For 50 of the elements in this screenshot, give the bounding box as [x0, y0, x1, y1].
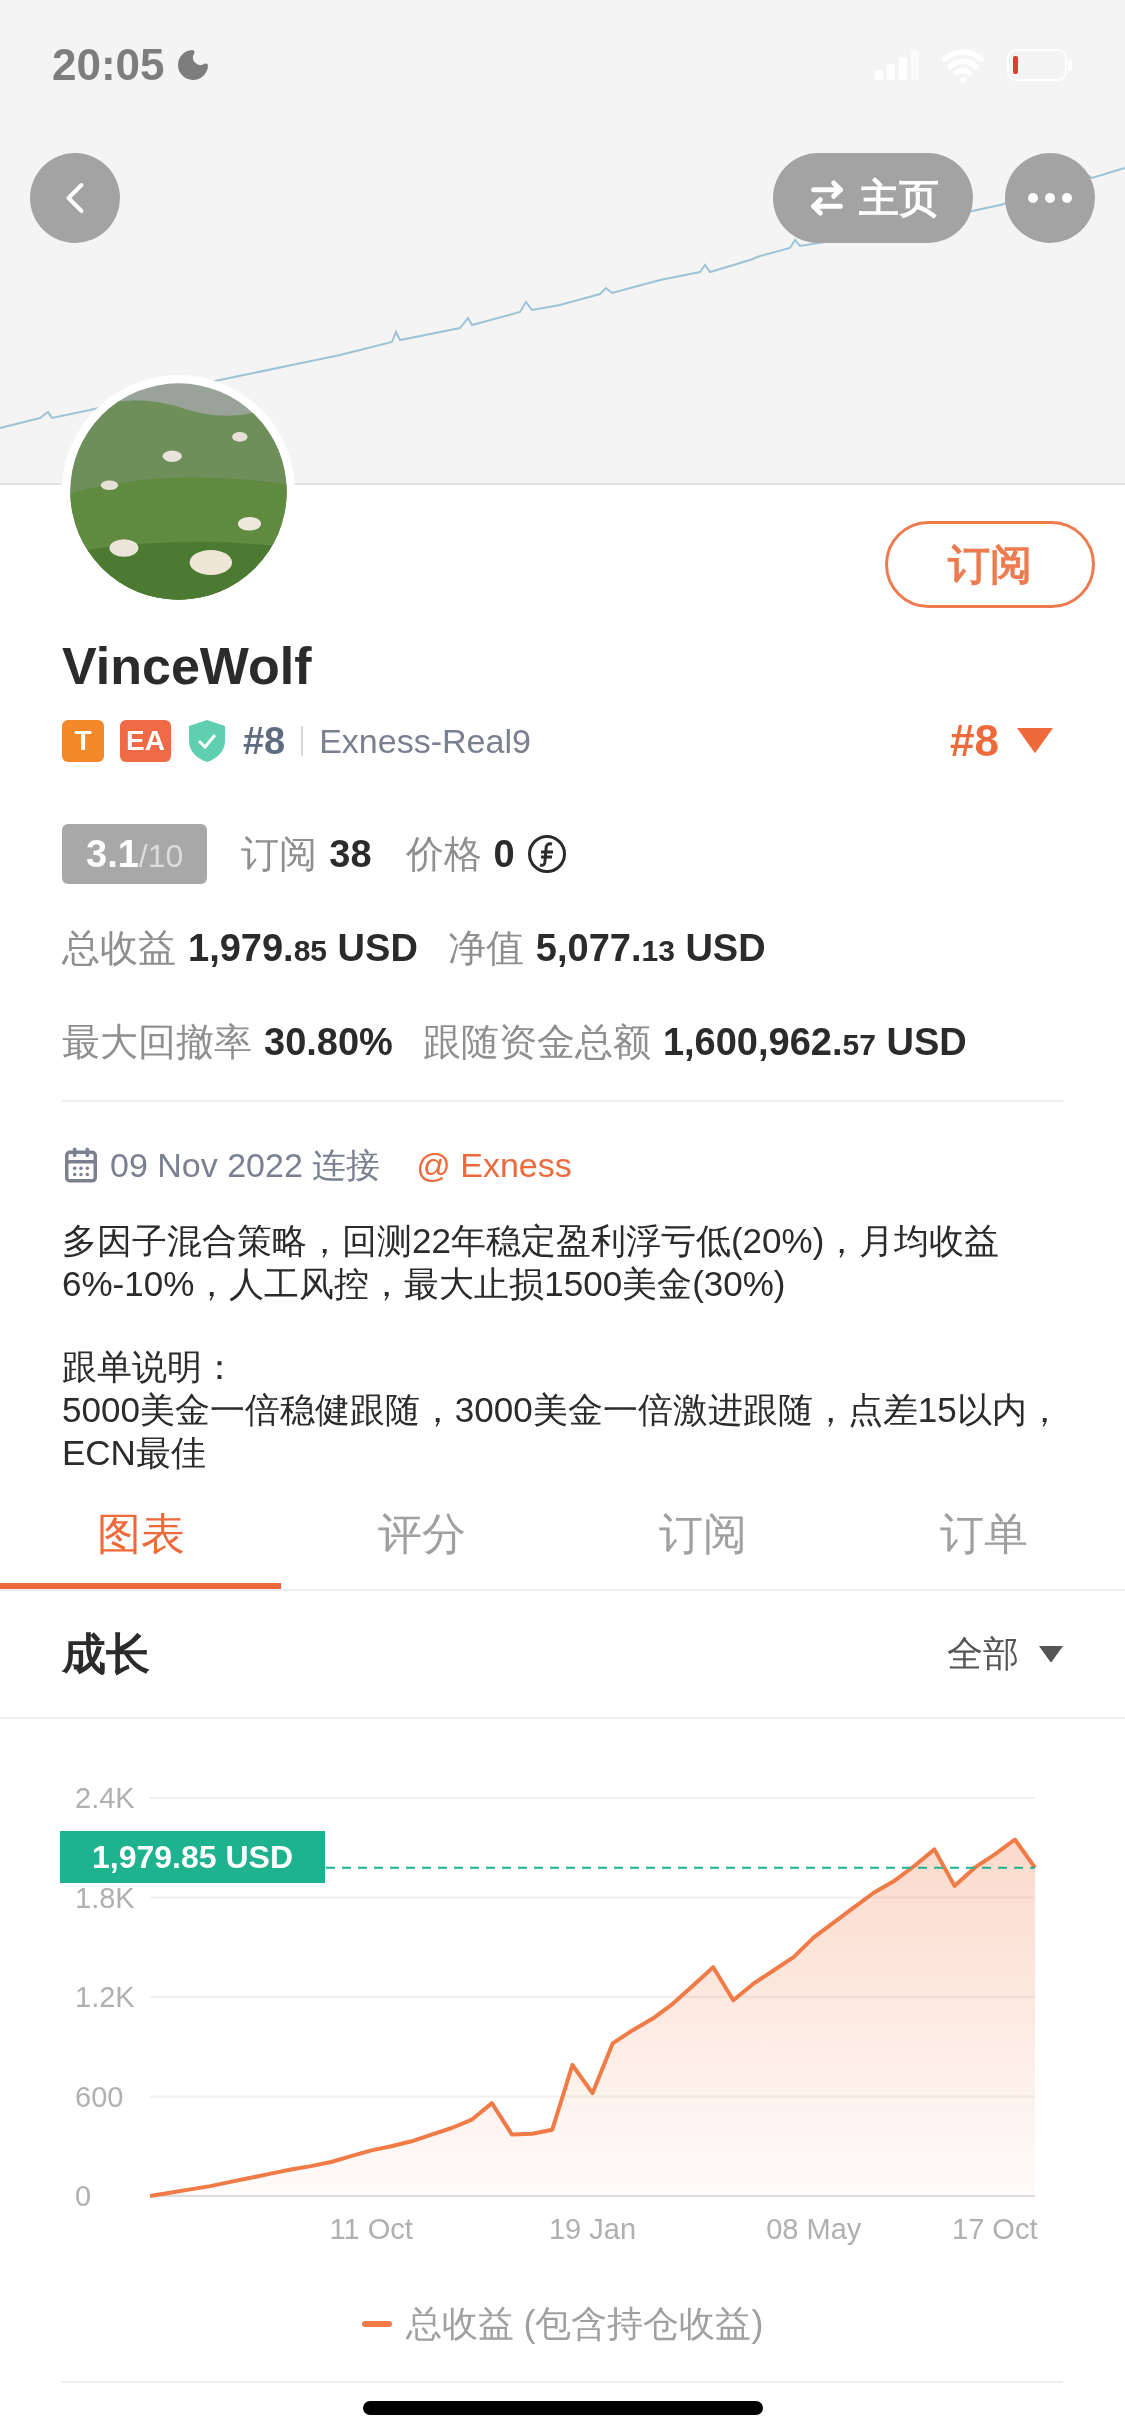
description-text: 5000美金一倍稳健跟随，3000美金一倍激进跟随，点差15以内，ECN最佳 [62, 1389, 1063, 1474]
tab[interactable]: 图表 [0, 1484, 281, 1589]
user-name: VinceWolf [62, 636, 312, 696]
coin-icon [526, 834, 567, 874]
description-text: 跟单说明： [62, 1346, 238, 1388]
legend-swatch [361, 2321, 392, 2327]
y-axis-label: 0 [75, 2180, 92, 2212]
stat-label: 价格 [405, 831, 482, 877]
y-axis-label: 1.2K [75, 1981, 135, 2013]
metric-value: 5,077.13 USD [535, 925, 766, 971]
y-axis-label: 1.8K [75, 1881, 135, 1914]
metric-value: 30.80% [264, 1019, 393, 1065]
dropdown-icon [1039, 1645, 1063, 1663]
y-axis-label: 2.4K [75, 1782, 135, 1814]
connection-date: 09 Nov 2022 连接 [110, 1144, 381, 1186]
metric-value: 1,979.85 USD [188, 925, 418, 971]
tab[interactable]: 订单 [843, 1484, 1124, 1589]
range-dropdown[interactable]: 全部 [947, 1627, 1063, 1681]
metric-label: 跟随资金总额 [422, 1019, 651, 1065]
legend-label: 总收益 (包含持仓收益) [405, 2302, 764, 2346]
battery-icon [1007, 49, 1073, 81]
dropdown-icon [1017, 728, 1053, 754]
metric-label: 最大回撤率 [62, 1019, 252, 1065]
stat-value: 0 [493, 831, 515, 877]
tab[interactable]: 订阅 [562, 1484, 843, 1589]
y-axis-label: 600 [75, 2080, 124, 2113]
calendar-icon [62, 1146, 100, 1184]
current-value-tag: 1,979.85 USD [60, 1830, 325, 1883]
server-name: Exness-Real9 [319, 720, 531, 762]
x-axis-label: 11 Oct [329, 2213, 413, 2245]
account-badge: T [62, 720, 104, 762]
tab[interactable]: 评分 [281, 1484, 562, 1589]
metric-label: 总收益 [62, 925, 176, 971]
stat-value: 38 [329, 831, 372, 877]
subscribe-button[interactable]: 订阅 [885, 521, 1095, 608]
home-button[interactable]: 主页 [773, 153, 973, 243]
metric-label: 净值 [447, 925, 524, 971]
more-icon [1028, 193, 1072, 203]
x-axis-label: 17 Oct [952, 2213, 1038, 2245]
stat-label: 订阅 [241, 831, 318, 877]
rank-text: #8 [242, 718, 286, 764]
section-title: 成长 [62, 1628, 150, 1680]
description-text: 多因子混合策略，回测22年稳定盈利浮亏低(20%)，月均收益6%-10%，人工风控，最大止损1500美金(30%) [62, 1220, 1001, 1305]
metric-value: 1,600,962.57 USD [662, 1019, 967, 1065]
account-badge: EA [120, 720, 171, 762]
x-axis-label: 19 Jan [548, 2213, 637, 2245]
broker-link[interactable]: @ Exness [416, 1139, 572, 1191]
x-axis-label: 08 May [766, 2213, 862, 2245]
status-time: 20:05 [52, 39, 165, 91]
rank-selector[interactable]: #8 [950, 708, 1053, 774]
